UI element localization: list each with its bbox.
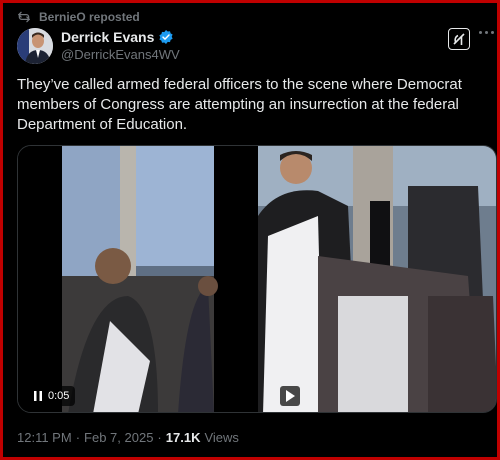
author-name-row[interactable]: Derrick Evans xyxy=(61,29,174,45)
tweet-text: They’ve called armed federal officers to… xyxy=(17,76,462,133)
author-name[interactable]: Derrick Evans xyxy=(61,29,154,45)
avatar[interactable] xyxy=(17,28,53,64)
view-count: 17.1K xyxy=(165,430,201,445)
video-duration-badge[interactable]: 0:05 xyxy=(28,386,76,406)
repost-indicator[interactable]: BernieO reposted xyxy=(17,9,140,25)
meta-separator: · xyxy=(157,430,162,445)
author-handle[interactable]: @DerrickEvans4WV xyxy=(61,47,180,62)
play-button[interactable] xyxy=(280,386,300,406)
video-player[interactable]: 0:05 xyxy=(17,145,497,413)
verified-badge-icon xyxy=(158,29,174,45)
tweet-card: BernieO reposted Derrick Evans @DerrickE… xyxy=(0,0,500,460)
tweet-time[interactable]: 12:11 PM xyxy=(17,430,72,445)
more-options-icon[interactable] xyxy=(479,31,494,34)
grok-icon[interactable] xyxy=(448,28,470,50)
tweet-date[interactable]: Feb 7, 2025 xyxy=(84,430,153,445)
repost-icon xyxy=(18,11,30,23)
repost-text: BernieO reposted xyxy=(39,10,140,24)
meta-separator: · xyxy=(75,430,81,445)
views-label: Views xyxy=(204,430,239,445)
video-frame xyxy=(18,146,496,412)
pause-icon[interactable] xyxy=(34,391,42,401)
tweet-meta: 12:11 PM · Feb 7, 2025 · 17.1K Views xyxy=(17,430,239,445)
play-icon xyxy=(286,390,295,402)
video-duration: 0:05 xyxy=(48,390,70,402)
